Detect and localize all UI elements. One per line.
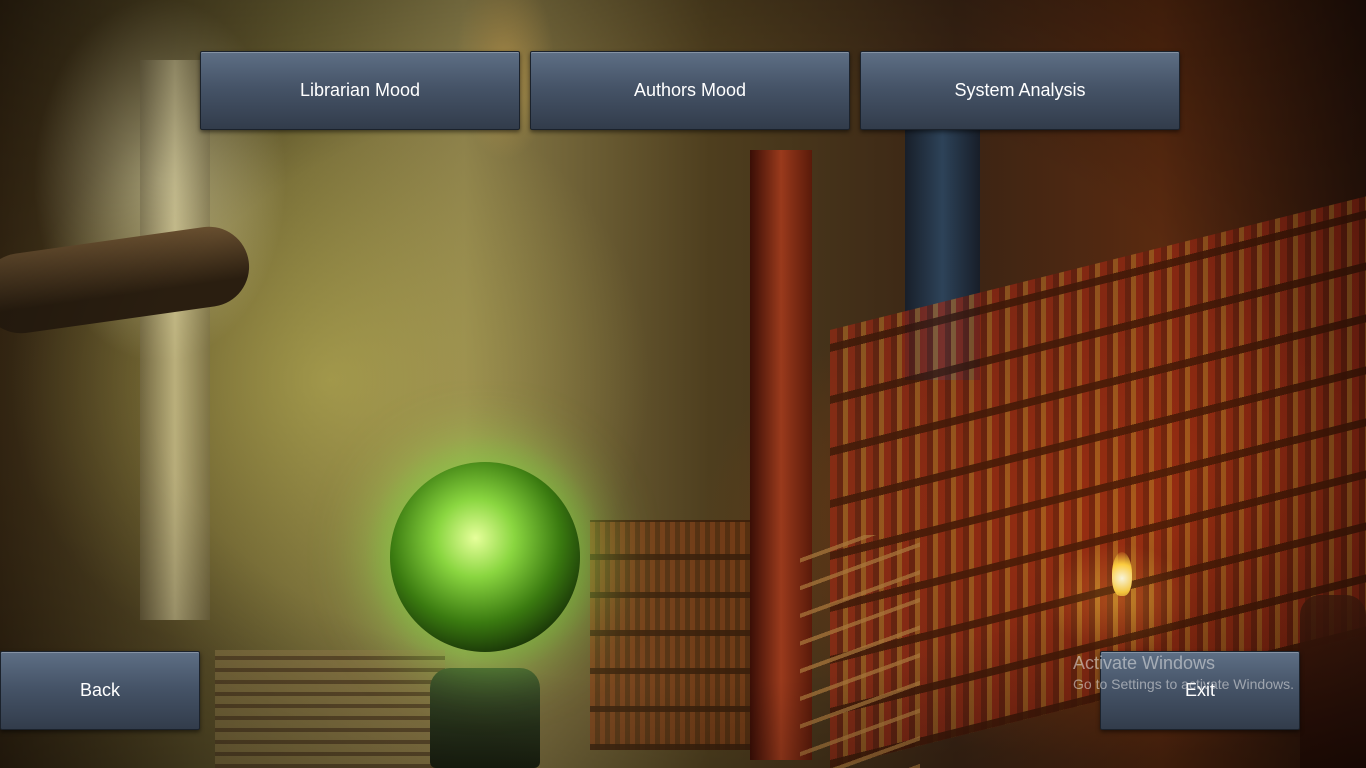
background-bookshelf-middle [590, 520, 770, 750]
system-analysis-label: System Analysis [954, 80, 1086, 100]
background-pillar-blue [905, 130, 980, 380]
background-pillar-red [750, 150, 812, 760]
background-glowing-globe [390, 462, 580, 652]
background-pillar-left [140, 60, 210, 620]
app-window: Librarian Mood Authors Mood System Analy… [0, 0, 1366, 768]
background-candle-flame [1112, 552, 1132, 596]
librarian-mood-button[interactable]: Librarian Mood [200, 51, 520, 130]
exit-label: Exit [1184, 680, 1215, 700]
background-globe-stand [430, 668, 540, 768]
librarian-mood-label: Librarian Mood [299, 80, 421, 100]
exit-button[interactable]: Exit [1100, 651, 1300, 730]
authors-mood-button[interactable]: Authors Mood [530, 51, 850, 130]
background-chair [1300, 595, 1366, 768]
back-button[interactable]: Back [0, 651, 200, 730]
authors-mood-label: Authors Mood [633, 80, 747, 100]
system-analysis-button[interactable]: System Analysis [860, 51, 1180, 130]
background-staircase [215, 650, 445, 768]
background-telescope [0, 221, 255, 339]
background-ladder [800, 535, 920, 768]
back-label: Back [79, 680, 121, 700]
